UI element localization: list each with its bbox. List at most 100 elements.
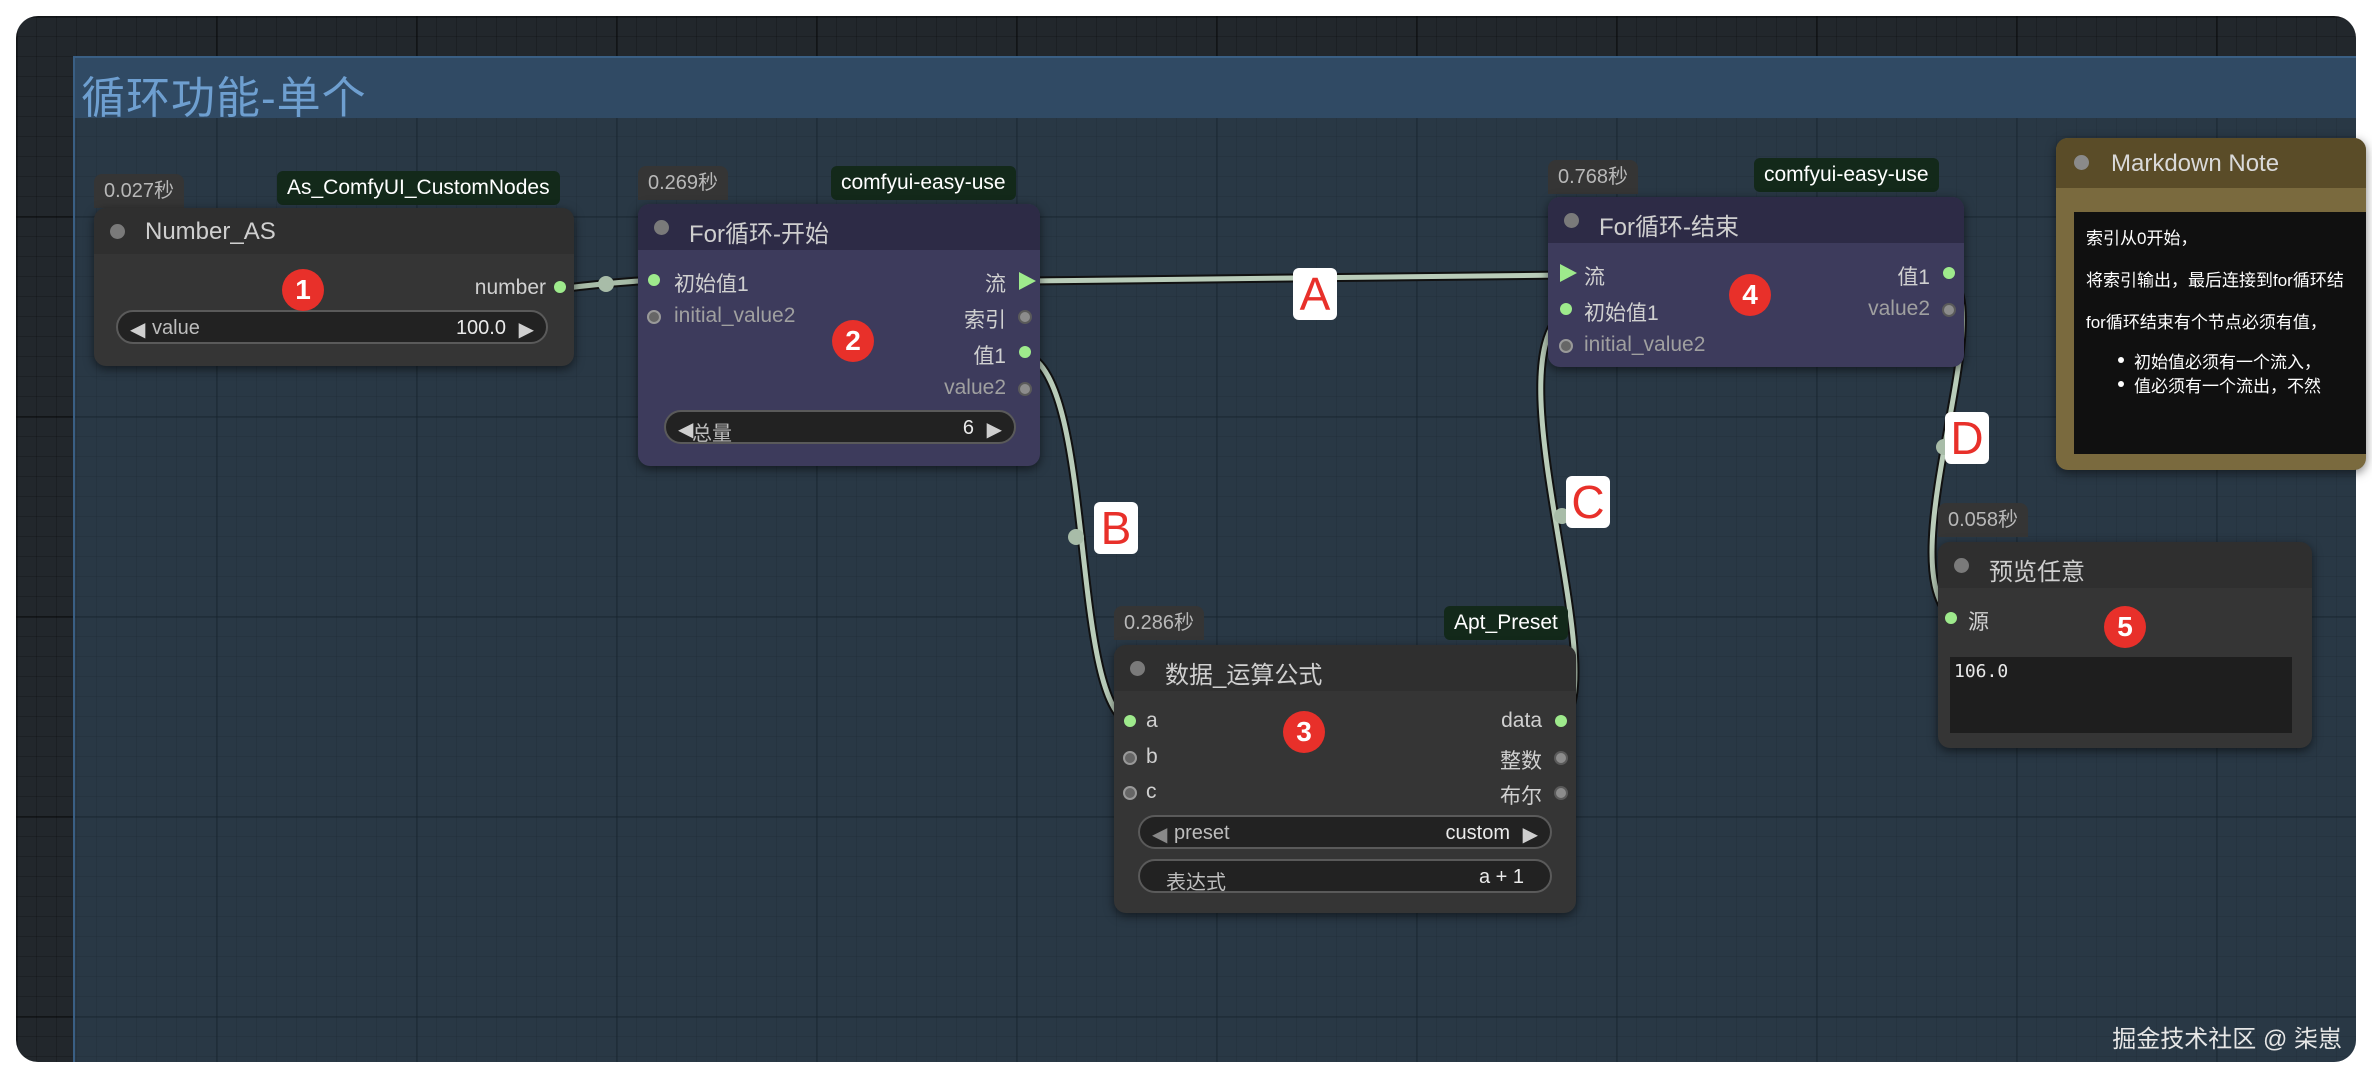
node-source-badge: comfyui-easy-use: [831, 166, 1016, 200]
preview-text-value: 106.0: [1954, 661, 2009, 682]
combo-value: custom: [1445, 822, 1510, 844]
node-number-as[interactable]: Number_AS number ◀ value 100.0 ▶: [94, 208, 574, 366]
step-marker: 5: [2104, 606, 2146, 648]
node-title: For循环-结束: [1599, 214, 1739, 241]
note-bullet: 值必须有一个流出，不然: [2134, 377, 2321, 396]
output-label: value2: [1868, 297, 1930, 320]
value-widget[interactable]: ◀ value 100.0 ▶: [116, 310, 548, 344]
total-widget[interactable]: ◀ 总量 6 ▶: [664, 410, 1016, 445]
node-title-bar[interactable]: 预览任意: [1938, 542, 2312, 588]
node-title-bar[interactable]: Number_AS: [94, 208, 574, 254]
input-slot-initial-value2[interactable]: [1559, 339, 1573, 353]
step-marker: 2: [832, 320, 874, 362]
field-value: a + 1: [1478, 866, 1524, 888]
node-source-badge: As_ComfyUI_CustomNodes: [277, 171, 560, 205]
widget-label: value: [152, 317, 200, 339]
node-title: 预览任意: [1989, 559, 2085, 586]
output-label: value2: [944, 376, 1006, 399]
node-markdown-note[interactable]: Markdown Note 索引从0开始， 将索引输出，最后连接到for循环结 …: [2056, 138, 2366, 470]
step-marker: 3: [1283, 711, 1325, 753]
node-title: 数据_运算公式: [1165, 662, 1323, 689]
preset-combo[interactable]: ◀ preset custom ▶: [1138, 815, 1552, 849]
output-slot-data[interactable]: [1555, 715, 1567, 727]
output-slot-value2[interactable]: [1018, 382, 1032, 396]
input-slot-a[interactable]: [1124, 715, 1136, 727]
increment-arrow-icon[interactable]: ▶: [987, 417, 1002, 442]
note-line: 索引从0开始，: [2086, 229, 2198, 248]
edge-label-a: A: [1293, 268, 1337, 320]
bullet-icon: [2118, 357, 2124, 363]
output-slot-bool[interactable]: [1554, 786, 1568, 800]
node-title: Number_AS: [145, 218, 276, 245]
node-title-bar[interactable]: For循环-开始: [638, 204, 1040, 250]
combo-label: preset: [1174, 822, 1230, 844]
step-marker: 1: [282, 269, 324, 311]
output-slot-value1[interactable]: [1019, 346, 1031, 358]
input-label: b: [1146, 745, 1158, 768]
output-label: 值1: [973, 345, 1006, 368]
output-slot-index[interactable]: [1018, 310, 1032, 324]
node-source-badge: Apt_Preset: [1444, 606, 1568, 640]
widget-label: 总量: [692, 423, 732, 445]
collapse-dot-icon[interactable]: [2074, 155, 2089, 170]
node-title-bar[interactable]: Markdown Note: [2056, 138, 2366, 188]
output-label: 流: [985, 273, 1006, 296]
input-slot-source[interactable]: [1945, 612, 1957, 624]
markdown-body[interactable]: 索引从0开始， 将索引输出，最后连接到for循环结 for循环结束有个节点必须有…: [2074, 212, 2366, 454]
collapse-dot-icon[interactable]: [1564, 213, 1579, 228]
node-title: Markdown Note: [2111, 150, 2280, 177]
watermark: 掘金技术社区 @ 柒崽: [2112, 1026, 2342, 1053]
output-label: 整数: [1500, 750, 1542, 773]
collapse-dot-icon[interactable]: [1130, 661, 1145, 676]
collapse-dot-icon[interactable]: [1954, 558, 1969, 573]
widget-value: 100.0: [455, 317, 506, 339]
collapse-dot-icon[interactable]: [654, 220, 669, 235]
input-slot-initial-value2[interactable]: [647, 310, 661, 324]
input-label: c: [1146, 780, 1157, 803]
node-title-bar[interactable]: 数据_运算公式: [1114, 645, 1576, 691]
node-time: 0.058秒: [1938, 503, 2029, 537]
input-label: 源: [1968, 611, 1989, 634]
node-data-formula[interactable]: 数据_运算公式 a b c data 整数 布尔 ◀ preset custom…: [1114, 645, 1576, 913]
edge-label-b: B: [1094, 502, 1138, 554]
input-slot-b[interactable]: [1123, 751, 1137, 765]
input-slot-c[interactable]: [1123, 786, 1137, 800]
decrement-arrow-icon[interactable]: ◀: [130, 317, 145, 342]
bullet-icon: [2118, 381, 2124, 387]
input-slot-initial-value1[interactable]: [648, 274, 660, 286]
node-title-bar[interactable]: For循环-结束: [1548, 197, 1964, 243]
output-slot-value1[interactable]: [1943, 267, 1955, 279]
output-slot-int[interactable]: [1554, 751, 1568, 765]
flow-input-triangle-icon[interactable]: [1560, 264, 1577, 282]
node-time: 0.269秒: [638, 166, 729, 200]
output-label-number: number: [474, 276, 546, 299]
output-label: 值1: [1897, 266, 1930, 289]
input-slot-initial-value1[interactable]: [1560, 303, 1572, 315]
field-label: 表达式: [1166, 872, 1226, 894]
edge-label-c: C: [1566, 476, 1610, 528]
increment-arrow-icon[interactable]: ▶: [519, 317, 534, 342]
previous-arrow-icon[interactable]: ◀: [1152, 822, 1167, 847]
input-label: 初始值1: [674, 273, 749, 296]
input-label: initial_value2: [1584, 333, 1706, 356]
output-slot-number[interactable]: [554, 281, 566, 293]
collapse-dot-icon[interactable]: [110, 224, 125, 239]
input-label: 流: [1584, 266, 1605, 289]
output-label: 布尔: [1500, 785, 1542, 808]
input-label: 初始值1: [1584, 302, 1659, 325]
node-time: 0.027秒: [94, 174, 185, 208]
output-slot-value2[interactable]: [1942, 303, 1956, 317]
note-bullet: 初始值必须有一个流入，: [2134, 353, 2321, 372]
output-label: 索引: [964, 309, 1006, 332]
flow-output-triangle-icon[interactable]: [1019, 272, 1036, 290]
note-line: for循环结束有个节点必须有值，: [2086, 313, 2327, 332]
node-source-badge: comfyui-easy-use: [1754, 158, 1939, 192]
next-arrow-icon[interactable]: ▶: [1523, 822, 1538, 847]
links-layer: [553, 270, 1967, 727]
widget-value: 6: [962, 417, 974, 439]
node-time: 0.768秒: [1548, 160, 1639, 194]
expression-field[interactable]: 表达式 a + 1: [1138, 859, 1552, 894]
note-line: 将索引输出，最后连接到for循环结: [2086, 271, 2344, 290]
input-label: initial_value2: [674, 304, 796, 327]
preview-text-output[interactable]: 106.0: [1950, 657, 2292, 733]
